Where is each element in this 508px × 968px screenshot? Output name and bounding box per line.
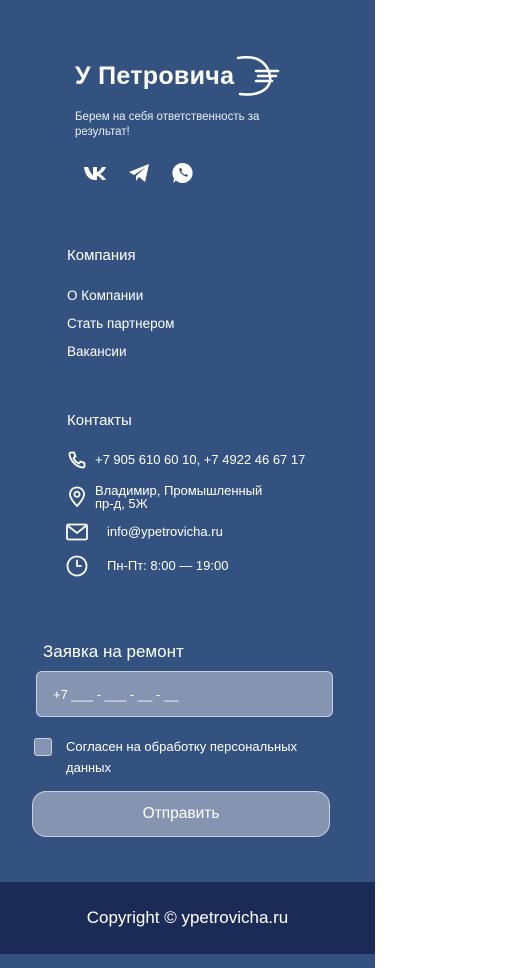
brand-name: У Петровича xyxy=(75,61,235,90)
contact-email[interactable]: info@ypetrovicha.ru xyxy=(66,521,223,543)
vk-icon[interactable] xyxy=(82,160,108,186)
mail-icon xyxy=(66,521,88,543)
submit-button[interactable]: Отправить xyxy=(32,791,330,837)
contact-phones[interactable]: +7 905 610 60 10, +7 4922 46 67 17 xyxy=(66,449,305,471)
copyright-bar: Copyright © ypetrovicha.ru xyxy=(0,882,375,954)
brand-logo[interactable]: У Петровича xyxy=(75,54,280,98)
phone-icon xyxy=(66,449,88,471)
footer-panel: У Петровича Берем на себя ответственност… xyxy=(0,0,375,968)
whatsapp-icon[interactable] xyxy=(170,160,196,186)
consent-row: Согласен на обработку персональных данны… xyxy=(34,736,336,778)
contacts-title: Контакты xyxy=(67,412,132,429)
contact-address: Владимир, Промышленный пр-д, 5Ж xyxy=(66,483,262,511)
consent-label[interactable]: Согласен на обработку персональных данны… xyxy=(66,736,336,778)
brand-tagline: Берем на себя ответственность за результ… xyxy=(75,111,260,138)
company-title: Компания xyxy=(67,247,136,264)
consent-checkbox[interactable] xyxy=(34,738,52,756)
telegram-icon[interactable] xyxy=(126,160,152,186)
address-line-2: пр-д, 5Ж xyxy=(95,496,148,511)
nav-link-vacancies[interactable]: Вакансии xyxy=(67,344,127,359)
logo-mark-icon xyxy=(237,56,280,96)
clock-icon xyxy=(66,555,88,577)
phone-input-placeholder: +7 ___ - ___ - __ - __ xyxy=(53,686,179,702)
email-text: info@ypetrovicha.ru xyxy=(107,524,223,539)
nav-link-partner[interactable]: Стать партнером xyxy=(67,316,174,331)
location-pin-icon xyxy=(66,483,88,511)
social-links xyxy=(82,160,196,186)
hours-text: Пн-Пт: 8:00 — 19:00 xyxy=(107,558,229,573)
phone-numbers: +7 905 610 60 10, +7 4922 46 67 17 xyxy=(95,452,306,467)
repair-form-title: Заявка на ремонт xyxy=(43,642,184,661)
contact-hours: Пн-Пт: 8:00 — 19:00 xyxy=(66,555,228,577)
nav-link-about[interactable]: О Компании xyxy=(67,288,143,303)
phone-input[interactable]: +7 ___ - ___ - __ - __ xyxy=(36,671,333,717)
copyright-text: Copyright © ypetrovicha.ru xyxy=(86,908,289,927)
